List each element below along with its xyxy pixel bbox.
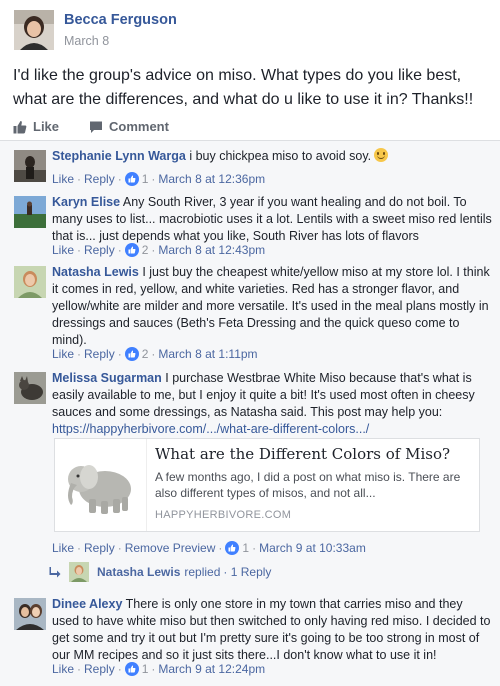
post-date[interactable]: March 8 [64,34,109,48]
link-preview-thumbnail[interactable] [55,439,147,531]
post-header: Becca Ferguson March 8 [14,10,484,50]
commenter-avatar[interactable] [14,196,46,228]
comment-timestamp[interactable]: March 9 at 12:24pm [158,662,265,676]
post-actions-bar: Like Comment [0,113,500,140]
comment-like-link[interactable]: Like [52,541,74,555]
post-author-avatar[interactable] [14,10,54,50]
comment-body: Karyn Elise Any South River, 3 year if y… [52,194,492,245]
comment-author[interactable]: Dinee Alexy [52,597,122,611]
like-reaction-icon[interactable] [225,541,240,555]
comment-meta: Like · Reply · 1 · March 9 at 12:24pm [52,662,266,676]
like-button-label: Like [33,119,60,134]
like-reaction-icon[interactable] [124,347,139,361]
comment-body: Stephanie Lynn Warga i buy chickpea miso… [52,148,492,165]
comment-author[interactable]: Stephanie Lynn Warga [52,149,186,163]
comment-author[interactable]: Natasha Lewis [52,265,139,279]
comment-reply-link[interactable]: Reply [84,662,115,676]
like-reaction-icon[interactable] [124,172,139,186]
reply-avatar [69,562,89,582]
comment-body: Dinee Alexy There is only one store in m… [52,596,492,664]
like-reaction-icon[interactable] [124,243,139,257]
comment-timestamp[interactable]: March 8 at 1:11pm [158,347,257,361]
thumbs-up-icon [13,120,27,133]
reply-author[interactable]: Natasha Lewis [97,565,180,579]
like-reaction-icon[interactable] [124,662,139,676]
comment-body: Natasha Lewis I just buy the cheapest wh… [52,264,492,349]
comment-timestamp[interactable]: March 8 at 12:36pm [158,172,265,186]
link-preview-title[interactable]: What are the Different Colors of Miso? [155,444,475,464]
comment-like-link[interactable]: Like [52,662,74,676]
reaction-count: 1 [242,541,250,555]
comment-timestamp[interactable]: March 8 at 12:43pm [158,243,265,257]
replies-link[interactable]: Natasha Lewis replied · 1 Reply [49,562,271,582]
comment-author[interactable]: Karyn Elise [52,195,120,209]
comment-reply-link[interactable]: Reply [84,172,115,186]
comment-body: Melissa Sugarman I purchase Westbrae Whi… [52,370,492,438]
comment-reply-link[interactable]: Reply [84,243,115,257]
commenter-avatar[interactable] [14,266,46,298]
comment-button-label: Comment [109,119,169,134]
comment-meta: Like · Reply · Remove Preview · 1 · March 9 … [52,541,366,555]
comment-reply-link[interactable]: Reply [84,541,115,555]
link-preview-card[interactable]: What are the Different Colors of Miso? A… [54,438,480,532]
reaction-count: 2 [141,243,149,257]
commenter-avatar[interactable] [14,150,46,182]
comment-link[interactable]: https://happyherbivore.com/.../what-are-… [52,422,369,436]
reply-label: replied [184,565,221,579]
link-preview-domain: HAPPYHERBIVORE.COM [155,509,292,521]
post-text: I'd like the group's advice on miso. Wha… [13,67,474,108]
post-author-name[interactable]: Becca Ferguson [64,12,177,28]
comment-text: i buy chickpea miso to avoid soy. [189,149,372,163]
comment-button[interactable]: Comment [89,119,169,134]
comment-like-link[interactable]: Like [52,243,74,257]
smile-emoji-icon [374,148,389,162]
elephant-icon [68,465,131,514]
reply-count: · 1 Reply [223,565,272,579]
reaction-count: 1 [141,172,149,186]
comment-icon [90,121,102,133]
comment-timestamp[interactable]: March 9 at 10:33am [259,541,366,555]
comment-reply-link[interactable]: Reply [84,347,115,361]
comment-meta: Like · Reply · 2 · March 8 at 1:11pm [52,347,258,361]
reaction-count: 2 [141,347,149,361]
like-button[interactable]: Like [13,119,59,134]
commenter-avatar[interactable] [14,598,46,630]
comment-meta: Like · Reply · 1 · March 8 at 12:36pm [52,172,266,186]
link-preview-description: A few months ago, I did a post on what m… [155,470,461,500]
comment-like-link[interactable]: Like [52,172,74,186]
comment-meta: Like · Reply · 2 · March 8 at 12:43pm [52,243,266,257]
reply-arrow-icon [49,567,61,578]
comment-author[interactable]: Melissa Sugarman [52,371,162,385]
comment-like-link[interactable]: Like [52,347,74,361]
commenter-avatar[interactable] [14,372,46,404]
remove-preview-link[interactable]: Remove Preview [125,541,216,555]
reaction-count: 1 [141,662,149,676]
